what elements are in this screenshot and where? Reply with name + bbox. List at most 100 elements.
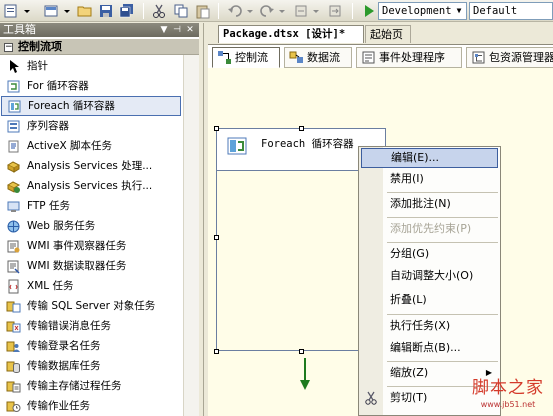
tool-activex-script[interactable]: ActiveX 脚本任务 <box>0 136 199 156</box>
precedence-constraint-arrow[interactable] <box>300 358 310 390</box>
transfer-objects-icon <box>6 299 21 314</box>
toolbox-category-label: 控制流项 <box>18 40 62 53</box>
wmi-reader-icon <box>6 259 21 274</box>
resize-handle[interactable] <box>214 126 219 131</box>
chevron-down-icon: ▼ <box>456 6 462 15</box>
tool-xml-task[interactable]: XML 任务 <box>0 276 199 296</box>
configuration-dropdown[interactable]: Development ▼ <box>378 2 467 20</box>
toolbox-scrollbar[interactable] <box>183 55 199 416</box>
tool-foreach-loop[interactable]: Foreach 循环容器 <box>1 96 181 116</box>
menu-label: 缩放(Z) <box>390 366 429 379</box>
ftp-task-icon <box>6 199 21 214</box>
open-icon[interactable] <box>76 2 94 20</box>
tab-label: 事件处理程序 <box>379 51 445 64</box>
wmi-event-icon <box>6 239 21 254</box>
tab-label: 包资源管理器 <box>489 51 553 64</box>
tab-data-flow[interactable]: 数据流 <box>284 47 352 68</box>
tool-wmi-reader[interactable]: WMI 数据读取器任务 <box>0 256 199 276</box>
tool-pointer[interactable]: 指针 <box>0 56 199 76</box>
cut-icon[interactable] <box>150 2 168 20</box>
tool-label: 传输作业任务 <box>27 400 90 412</box>
tool-transfer-procs[interactable]: 传输主存储过程任务 <box>0 376 199 396</box>
collapse-icon[interactable]: − <box>4 43 13 52</box>
analysis-processing-icon <box>6 159 21 174</box>
tool-label: 传输登录名任务 <box>27 340 101 352</box>
tool-transfer-errors[interactable]: 传输错误消息任务 <box>0 316 199 336</box>
tool-transfer-objects[interactable]: 传输 SQL Server 对象任务 <box>0 296 199 316</box>
tab-start-page[interactable]: 起始页 <box>365 25 411 43</box>
resize-handle[interactable] <box>214 349 219 354</box>
chevron-down-icon[interactable] <box>62 2 72 20</box>
tool-sequence-container[interactable]: 序列容器 <box>0 116 199 136</box>
menu-label: 禁用(I) <box>390 172 424 185</box>
tab-control-flow[interactable]: 控制流 <box>212 47 280 68</box>
start-debug-icon[interactable] <box>360 2 378 20</box>
menu-item-execute-task[interactable]: 执行任务(X) <box>359 315 500 337</box>
resize-handle[interactable] <box>214 235 219 240</box>
platform-value: Default <box>473 5 518 17</box>
tool-transfer-jobs[interactable]: 传输作业任务 <box>0 396 199 416</box>
menu-label: 执行任务(X) <box>390 319 451 332</box>
tool-label: Foreach 循环容器 <box>28 100 115 112</box>
pin-icon[interactable]: ⊣ <box>171 23 183 37</box>
context-menu: 编辑(E)... 禁用(I) 添加批注(N) 添加优先约束(P) 分组(G) 自… <box>358 146 501 416</box>
transfer-logins-icon <box>6 339 21 354</box>
menu-item-disable[interactable]: 禁用(I) <box>359 168 500 190</box>
tool-analysis-processing[interactable]: Analysis Services 处理... <box>0 156 199 176</box>
tool-transfer-logins[interactable]: 传输登录名任务 <box>0 336 199 356</box>
chevron-down-icon <box>245 2 255 20</box>
menu-item-edit[interactable]: 编辑(E)... <box>361 148 498 168</box>
tool-label: 传输主存储过程任务 <box>27 380 122 392</box>
tool-label: Analysis Services 执行... <box>27 180 153 192</box>
activex-script-icon <box>6 139 21 154</box>
tool-label: 指针 <box>27 60 48 72</box>
configuration-value: Development <box>382 5 452 17</box>
tool-label: 传输 SQL Server 对象任务 <box>27 300 156 312</box>
transfer-database-icon <box>6 359 21 374</box>
tool-for-loop[interactable]: For 循环容器 <box>0 76 199 96</box>
resize-handle[interactable] <box>299 349 304 354</box>
copy-icon[interactable] <box>172 2 190 20</box>
menu-item-collapse[interactable]: 折叠(L) <box>359 289 500 311</box>
save-all-icon[interactable] <box>118 2 136 20</box>
tab-label: 控制流 <box>235 51 268 64</box>
resize-handle[interactable] <box>299 126 304 131</box>
tool-label: For 循环容器 <box>27 80 89 92</box>
toolbox-panel: 工具箱 ▼ ⊣ ✕ − 控制流项 指针 For 循环容器 Foreach 循环容… <box>0 23 199 416</box>
navigate-back-icon <box>292 2 310 20</box>
tool-ftp-task[interactable]: FTP 任务 <box>0 196 199 216</box>
tool-analysis-execute[interactable]: Analysis Services 执行... <box>0 176 199 196</box>
tab-package-explorer[interactable]: 包资源管理器 <box>466 47 553 68</box>
menu-item-add-annotation[interactable]: 添加批注(N) <box>359 193 500 215</box>
tab-label: 数据流 <box>307 51 340 64</box>
web-service-icon <box>6 219 21 234</box>
menu-item-group[interactable]: 分组(G) <box>359 243 500 265</box>
new-project-icon[interactable] <box>2 2 20 20</box>
tool-web-service[interactable]: Web 服务任务 <box>0 216 199 236</box>
tab-event-handlers[interactable]: 事件处理程序 <box>356 47 462 68</box>
window-position-icon[interactable]: ▼ <box>158 23 170 37</box>
tool-label: WMI 数据读取器任务 <box>27 260 127 272</box>
menu-label: 剪切(T) <box>390 391 428 404</box>
tool-transfer-database[interactable]: 传输数据库任务 <box>0 356 199 376</box>
tool-label: FTP 任务 <box>27 200 70 212</box>
analysis-execute-icon <box>6 179 21 194</box>
sequence-container-icon <box>6 119 21 134</box>
tool-wmi-event[interactable]: WMI 事件观察器任务 <box>0 236 199 256</box>
pointer-icon <box>6 59 21 74</box>
add-item-icon[interactable] <box>42 2 60 20</box>
chevron-down-icon <box>311 2 321 20</box>
menu-label: 编辑(E)... <box>391 151 440 164</box>
platform-dropdown[interactable]: Default <box>469 2 553 20</box>
tool-label: 传输数据库任务 <box>27 360 101 372</box>
menu-item-autosize[interactable]: 自动调整大小(O) <box>359 265 500 287</box>
paste-icon <box>194 2 212 20</box>
menu-item-edit-breakpoints[interactable]: 编辑断点(B)... <box>359 337 500 359</box>
chevron-down-icon[interactable] <box>22 2 32 20</box>
menu-label: 折叠(L) <box>390 293 427 306</box>
tab-package-design[interactable]: Package.dtsx [设计]* <box>218 25 364 43</box>
close-icon[interactable]: ✕ <box>184 23 196 37</box>
foreach-loop-icon <box>226 135 248 157</box>
toolbox-category-control-flow[interactable]: − 控制流项 <box>0 39 199 55</box>
save-icon[interactable] <box>97 2 115 20</box>
